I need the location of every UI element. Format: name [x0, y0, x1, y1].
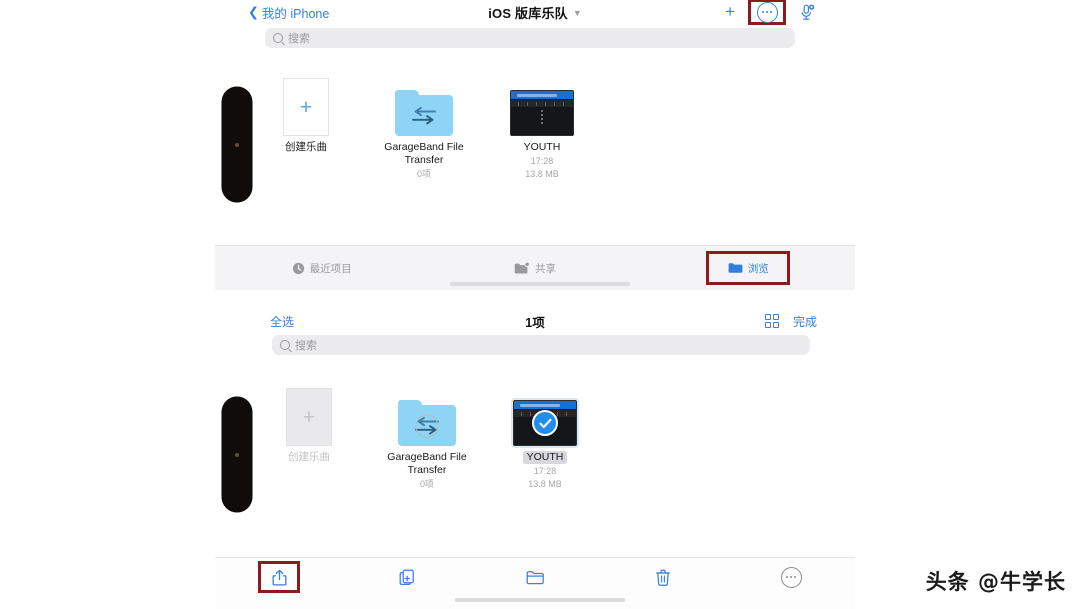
clock-icon [292, 262, 305, 275]
tab-label: 共享 [534, 262, 556, 275]
tab-browse-wrapper: 浏览 [642, 246, 855, 290]
file-name: YOUTH [523, 141, 561, 153]
search-placeholder: 搜索 [288, 33, 310, 45]
file-meta-time: 17:28 [533, 465, 557, 476]
tab-browse[interactable]: 浏览 [709, 261, 787, 276]
unselected-circle-icon[interactable] [415, 414, 439, 438]
garageband-project-thumbnail [513, 400, 577, 446]
screenshot-root: ❮ 我的 iPhone iOS 版库乐队 ▼ + 搜索 + 创建乐曲 Garag… [0, 0, 1080, 609]
file-name: 创建乐曲 [285, 141, 327, 153]
file-item-garageband-file-transfer[interactable]: GarageBand File Transfer 0项 [368, 388, 486, 490]
file-item-garageband-file-transfer[interactable]: GarageBand File Transfer 0项 [365, 78, 483, 180]
microphone-add-icon[interactable] [799, 4, 815, 21]
folder-transfer-icon [398, 400, 456, 446]
thumbnail [395, 78, 453, 136]
home-indicator-top [450, 282, 630, 286]
nav-right-actions: + [725, 0, 855, 25]
plus-icon[interactable]: + [725, 3, 735, 20]
garageband-project-thumbnail [510, 90, 574, 136]
ellipsis-circle-icon[interactable] [756, 1, 778, 23]
shared-folder-icon [514, 261, 530, 275]
file-item-create-song[interactable]: + 创建乐曲 [247, 78, 365, 180]
file-grid-top: + 创建乐曲 GarageBand File Transfer 0项 YOUTH… [247, 78, 601, 180]
camera-lens-dot [235, 142, 239, 147]
chevron-left-icon: ❮ [248, 4, 259, 19]
file-meta-count: 0项 [416, 168, 431, 179]
camera-lens-dot [235, 452, 239, 457]
selected-checkmark-icon[interactable] [532, 410, 558, 436]
device-notch-capsule [222, 397, 252, 512]
file-item-youth[interactable]: YOUTH 17:28 13.8 MB [483, 78, 601, 180]
trash-icon [656, 569, 670, 586]
thumbnail [513, 388, 577, 446]
back-button-label: 我的 iPhone [261, 6, 330, 21]
file-grid-bottom: + 创建乐曲 GarageBand File Transfer 0项 YOUTH… [250, 388, 604, 490]
home-indicator-bottom [455, 598, 625, 602]
share-icon[interactable] [272, 569, 287, 586]
annotation-box-share-button [258, 561, 300, 593]
search-icon [280, 340, 290, 350]
file-item-youth[interactable]: YOUTH 17:28 13.8 MB [486, 388, 604, 490]
thumbnail [510, 78, 574, 136]
tab-recents[interactable]: 最近项目 [215, 246, 428, 290]
thumbnail [398, 388, 456, 446]
back-button[interactable]: ❮ 我的 iPhone [248, 3, 329, 22]
watermark: 头条 @牛学长 [925, 570, 1066, 594]
move-to-folder-button[interactable] [471, 558, 599, 596]
file-meta-time: 17:28 [530, 155, 554, 166]
top-navigation-bar: ❮ 我的 iPhone iOS 版库乐队 ▼ + [215, 0, 855, 25]
tab-label: 最近项目 [309, 262, 352, 275]
file-meta-count: 0项 [419, 478, 434, 489]
duplicate-icon [399, 569, 415, 586]
file-name: YOUTH [522, 451, 568, 464]
share-button-wrapper [215, 558, 343, 596]
tab-label: 浏览 [747, 262, 769, 275]
file-name: GarageBand File Transfer [384, 141, 464, 166]
more-circle-icon [780, 566, 802, 588]
folder-transfer-icon [395, 90, 453, 136]
file-name: 创建乐曲 [288, 451, 330, 463]
more-button[interactable] [727, 558, 855, 596]
selection-toolbar: 全选 1项 完成 [215, 308, 855, 334]
search-field-top[interactable]: 搜索 [265, 28, 795, 48]
duplicate-button[interactable] [343, 558, 471, 596]
annotation-box-more-button [748, 0, 786, 25]
thumbnail: + [283, 78, 329, 136]
annotation-box-browse-tab: 浏览 [706, 251, 791, 285]
search-placeholder: 搜索 [295, 340, 317, 352]
file-meta-size: 13.8 MB [528, 478, 562, 489]
item-count-label: 1项 [525, 315, 545, 330]
folder-icon [728, 262, 743, 274]
page-title: iOS 版库乐队 [488, 5, 568, 21]
file-name: GarageBand File Transfer [387, 451, 467, 476]
chevron-down-icon[interactable]: ▼ [573, 8, 582, 18]
move-to-folder-icon [526, 570, 544, 585]
file-meta-size: 13.8 MB [525, 168, 559, 179]
delete-button[interactable] [599, 558, 727, 596]
search-field-bottom[interactable]: 搜索 [272, 335, 810, 355]
search-icon [273, 33, 283, 43]
plus-icon: + [283, 78, 329, 136]
file-item-create-song[interactable]: + 创建乐曲 [250, 388, 368, 490]
plus-icon: + [286, 388, 332, 446]
thumbnail: + [286, 388, 332, 446]
